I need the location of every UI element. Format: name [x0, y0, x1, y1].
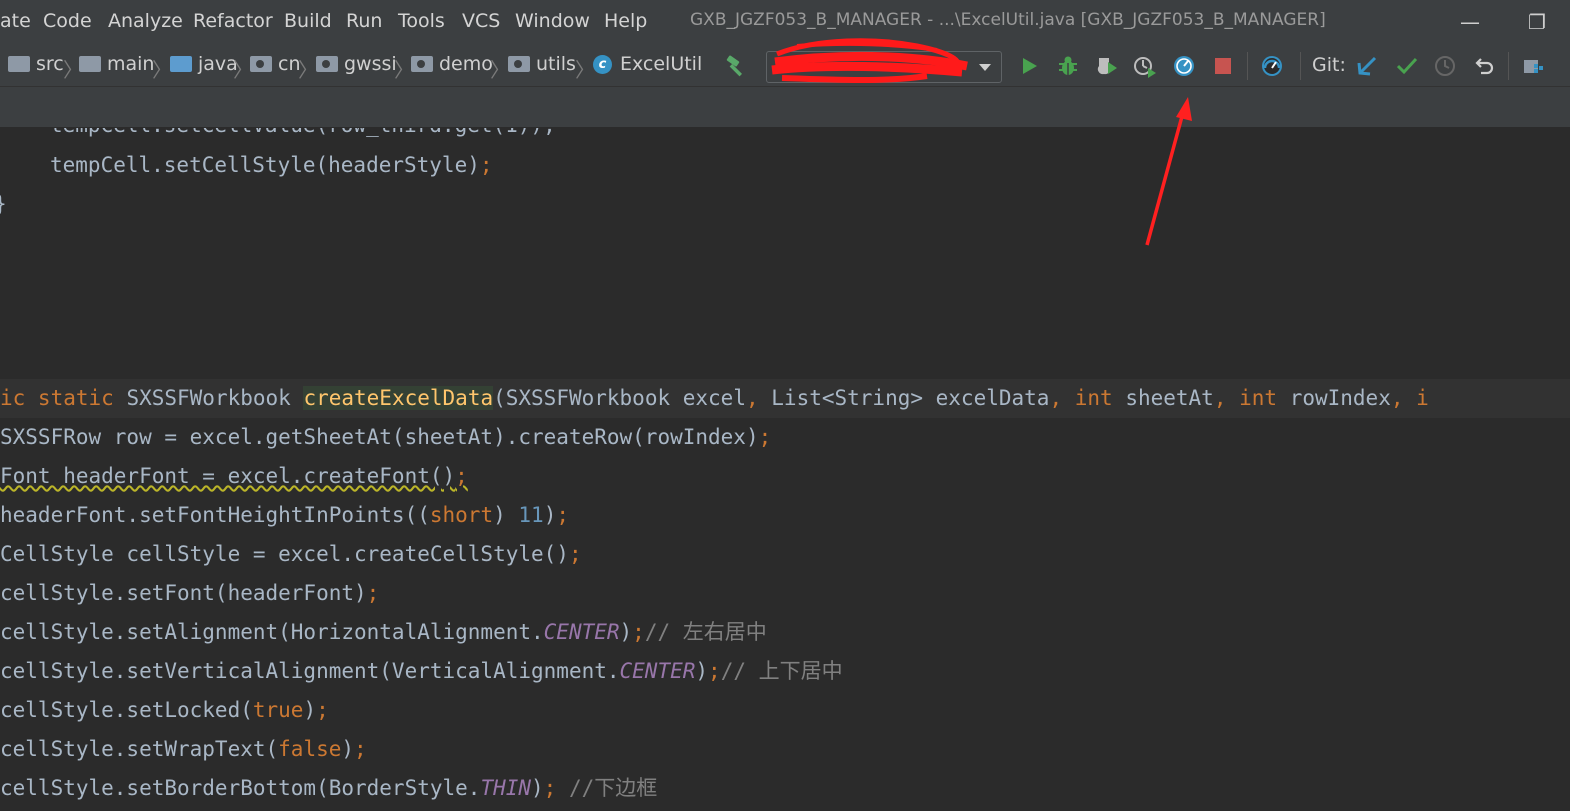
toolbar-separator — [1508, 52, 1509, 80]
breadcrumb-label: demo — [439, 53, 493, 75]
code-line: cellStyle.setBorderBottom(BorderStyle.TH… — [0, 776, 658, 800]
method-name: createExcelData — [303, 386, 494, 410]
toolbar-separator — [1247, 52, 1248, 80]
editor-tab-strip — [0, 87, 1570, 128]
menu-run[interactable]: Run — [346, 10, 382, 32]
restore-button[interactable]: ❐ — [1528, 10, 1546, 34]
menu-code[interactable]: Code — [43, 10, 92, 32]
menu-tools[interactable]: Tools — [398, 10, 445, 32]
code-line: cellStyle.setLocked(true); — [0, 698, 329, 722]
chevron-right-icon: 〉 — [575, 58, 595, 82]
breadcrumb-label: src — [36, 53, 64, 75]
git-history-icon[interactable] — [1433, 54, 1457, 78]
breadcrumb-main[interactable]: main — [79, 52, 154, 76]
code-line: cellStyle.setVerticalAlignment(VerticalA… — [0, 659, 843, 683]
chevron-right-icon: 〉 — [298, 58, 318, 82]
breadcrumb-label: main — [107, 53, 155, 75]
breadcrumb-java[interactable]: java — [170, 52, 238, 76]
menu-refactor[interactable]: Refactor — [193, 10, 273, 32]
code-line: SXSSFRow row = excel.getSheetAt(sheetAt)… — [0, 425, 772, 449]
git-rollback-icon[interactable] — [1472, 54, 1496, 78]
breadcrumb-utils[interactable]: utils — [508, 52, 576, 76]
code-line: tempCell.setCellValue(row_third.get(1)); — [50, 128, 556, 145]
project-structure-icon[interactable] — [1522, 54, 1546, 78]
run-configuration-select[interactable]: p. — [766, 38, 1002, 83]
menu-navigate[interactable]: ate — [0, 10, 31, 32]
breadcrumb-label: utils — [536, 53, 576, 75]
breadcrumb-label: ExcelUtil — [620, 53, 703, 75]
folder-icon — [8, 56, 30, 72]
annotation-arrow — [1145, 97, 1192, 246]
run-icon[interactable] — [1017, 54, 1041, 78]
chevron-right-icon: 〉 — [490, 58, 510, 82]
chevron-right-icon: 〉 — [152, 58, 172, 82]
code-line: cellStyle.setWrapText(false); — [0, 737, 367, 761]
chevron-down-icon — [979, 64, 991, 71]
navigation-bar: src 〉 main 〉 java 〉 cn 〉 gwssi 〉 demo 〉 … — [0, 38, 1570, 87]
code-line: cellStyle.setAlignment(HorizontalAlignme… — [0, 620, 767, 644]
menu-help[interactable]: Help — [604, 10, 647, 32]
stop-icon[interactable] — [1211, 54, 1235, 78]
dashboard-icon[interactable] — [1260, 54, 1284, 78]
git-label: Git: — [1312, 54, 1346, 76]
menu-vcs[interactable]: VCS — [462, 10, 500, 32]
breadcrumb-label: gwssi — [344, 53, 397, 75]
menu-analyze[interactable]: Analyze — [108, 10, 183, 32]
menu-window[interactable]: Window — [515, 10, 590, 32]
git-update-icon[interactable] — [1355, 54, 1379, 78]
toolbar-separator — [1300, 52, 1301, 80]
package-icon — [316, 56, 338, 72]
code-line: tempCell.setCellStyle(headerStyle); — [50, 153, 493, 177]
window-title: GXB_JGZF053_B_MANAGER - ...\ExcelUtil.ja… — [690, 10, 1326, 30]
code-line: headerFont.setFontHeightInPoints((short)… — [0, 503, 569, 527]
method-declaration-line: ic static SXSSFWorkbook createExcelData(… — [0, 386, 1429, 410]
build-hammer-icon[interactable] — [724, 54, 748, 78]
debug-icon[interactable] — [1056, 54, 1080, 78]
source-folder-icon — [170, 56, 192, 72]
git-commit-icon[interactable] — [1395, 54, 1419, 78]
package-icon — [250, 56, 272, 72]
breadcrumb-label: java — [198, 53, 238, 75]
menu-build[interactable]: Build — [284, 10, 332, 32]
code-editor[interactable]: tempCell.setCellValue(row_third.get(1));… — [0, 128, 1570, 811]
breadcrumb-demo[interactable]: demo — [411, 52, 493, 76]
code-line: Font headerFont = excel.createFont(); — [0, 464, 468, 488]
class-icon: c — [593, 54, 612, 74]
code-line: } — [0, 185, 7, 224]
folder-icon — [79, 56, 101, 72]
package-icon — [508, 56, 530, 72]
code-line: cellStyle.setFont(headerFont); — [0, 581, 380, 605]
code-line: CellStyle cellStyle = excel.createCellSt… — [0, 542, 582, 566]
breadcrumb-gwssi[interactable]: gwssi — [316, 52, 397, 76]
profile-icon[interactable] — [1133, 54, 1157, 78]
breadcrumb-src[interactable]: src — [8, 52, 64, 76]
breadcrumb-excelutil[interactable]: c ExcelUtil — [593, 52, 702, 76]
breadcrumb-cn[interactable]: cn — [250, 52, 301, 76]
coverage-icon[interactable] — [1095, 54, 1119, 78]
attach-profiler-icon[interactable] — [1172, 54, 1196, 78]
minimize-button[interactable]: — — [1460, 10, 1480, 34]
package-icon — [411, 56, 433, 72]
